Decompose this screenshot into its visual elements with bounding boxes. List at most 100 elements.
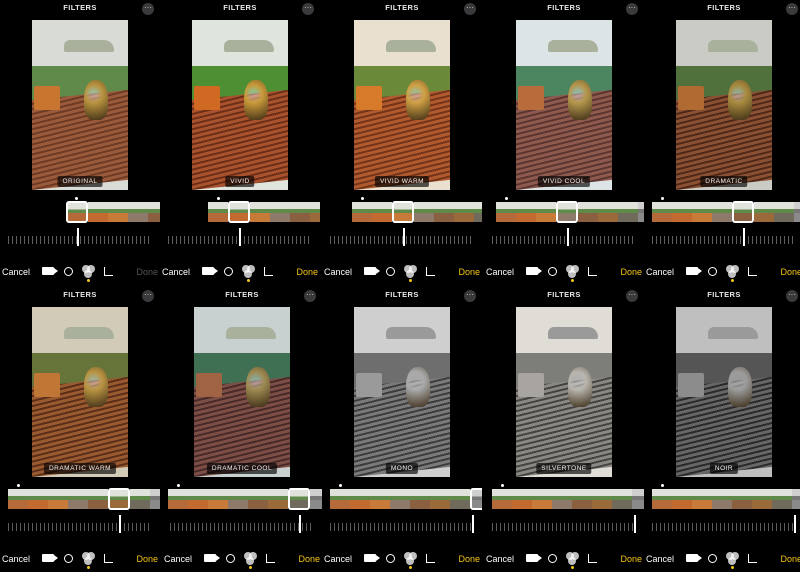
- filter-thumbnail[interactable]: [68, 489, 88, 509]
- filter-thumbnail[interactable]: [290, 202, 310, 222]
- intensity-slider[interactable]: [492, 236, 636, 244]
- crop-icon[interactable]: [586, 265, 599, 278]
- filter-thumbnail[interactable]: [672, 489, 692, 509]
- done-button[interactable]: Done: [136, 554, 158, 564]
- cancel-button[interactable]: Cancel: [646, 554, 674, 564]
- intensity-slider[interactable]: [8, 523, 152, 531]
- filter-thumbnail[interactable]: [228, 489, 248, 509]
- crop-icon[interactable]: [262, 265, 275, 278]
- crop-icon[interactable]: [586, 552, 599, 565]
- filter-thumbnail[interactable]: [430, 489, 450, 509]
- filter-thumbnail[interactable]: [270, 202, 290, 222]
- filter-thumbnail[interactable]: [774, 202, 794, 222]
- done-button[interactable]: Done: [620, 267, 642, 277]
- filter-thumbnail-strip[interactable]: [8, 488, 160, 510]
- filter-thumbnail-strip[interactable]: [652, 201, 800, 223]
- filter-thumbnail[interactable]: [794, 202, 800, 222]
- filter-thumbnail-strip[interactable]: [208, 201, 320, 223]
- filter-thumbnail[interactable]: [66, 201, 88, 223]
- adjust-icon[interactable]: [222, 265, 235, 278]
- adjust-icon[interactable]: [62, 265, 75, 278]
- intensity-slider[interactable]: [652, 236, 796, 244]
- filter-thumbnail[interactable]: [552, 489, 572, 509]
- adjust-icon[interactable]: [384, 265, 397, 278]
- video-icon[interactable]: [526, 552, 542, 565]
- filter-thumbnail[interactable]: [28, 489, 48, 509]
- adjust-icon[interactable]: [546, 552, 559, 565]
- filter-thumbnail[interactable]: [148, 202, 160, 222]
- filter-thumbnail[interactable]: [712, 489, 732, 509]
- filter-thumbnail[interactable]: [532, 489, 552, 509]
- filter-thumbnail[interactable]: [8, 489, 28, 509]
- intensity-slider-handle[interactable]: [119, 515, 121, 533]
- filters-icon[interactable]: [566, 552, 579, 565]
- filter-thumbnail-strip[interactable]: [492, 488, 644, 510]
- intensity-slider-handle[interactable]: [743, 228, 745, 246]
- filters-icon[interactable]: [242, 265, 255, 278]
- filter-thumbnail[interactable]: [168, 489, 188, 509]
- filter-thumbnail-strip[interactable]: [330, 488, 482, 510]
- adjust-icon[interactable]: [546, 265, 559, 278]
- filters-icon[interactable]: [566, 265, 579, 278]
- filter-thumbnail-strip[interactable]: [652, 488, 800, 510]
- adjust-icon[interactable]: [62, 552, 75, 565]
- filter-thumbnail[interactable]: [310, 202, 320, 222]
- filter-thumbnail[interactable]: [108, 488, 130, 510]
- filter-thumbnail[interactable]: [48, 489, 68, 509]
- filter-thumbnail[interactable]: [592, 489, 612, 509]
- cancel-button[interactable]: Cancel: [324, 267, 352, 277]
- filter-thumbnail[interactable]: [150, 489, 160, 509]
- crop-icon[interactable]: [746, 265, 759, 278]
- crop-icon[interactable]: [424, 552, 437, 565]
- filter-thumbnail[interactable]: [618, 202, 638, 222]
- filter-thumbnail[interactable]: [310, 489, 322, 509]
- video-icon[interactable]: [42, 552, 58, 565]
- more-options-icon[interactable]: ···: [142, 3, 154, 15]
- filter-thumbnail[interactable]: [492, 489, 512, 509]
- filter-thumbnail[interactable]: [188, 489, 208, 509]
- filter-thumbnail[interactable]: [792, 489, 800, 509]
- cancel-button[interactable]: Cancel: [162, 267, 190, 277]
- filter-thumbnail[interactable]: [410, 489, 430, 509]
- filter-thumbnail[interactable]: [450, 489, 470, 509]
- intensity-slider[interactable]: [492, 523, 636, 531]
- intensity-slider-handle[interactable]: [77, 228, 79, 246]
- more-options-icon[interactable]: ···: [626, 3, 638, 15]
- filter-thumbnail[interactable]: [712, 202, 732, 222]
- filter-thumbnail[interactable]: [516, 202, 536, 222]
- crop-icon[interactable]: [264, 552, 277, 565]
- filters-icon[interactable]: [244, 552, 257, 565]
- filter-thumbnail[interactable]: [672, 202, 692, 222]
- filter-thumbnail[interactable]: [470, 488, 482, 510]
- adjust-icon[interactable]: [706, 552, 719, 565]
- done-button[interactable]: Done: [458, 554, 480, 564]
- filter-thumbnail[interactable]: [454, 202, 474, 222]
- filter-thumbnail[interactable]: [414, 202, 434, 222]
- intensity-slider-handle[interactable]: [403, 228, 405, 246]
- cancel-button[interactable]: Cancel: [486, 554, 514, 564]
- more-options-icon[interactable]: ···: [626, 290, 638, 302]
- filter-thumbnail[interactable]: [130, 489, 150, 509]
- filter-thumbnail[interactable]: [228, 201, 250, 223]
- adjust-icon[interactable]: [706, 265, 719, 278]
- filter-thumbnail-strip[interactable]: [352, 201, 482, 223]
- filter-thumbnail[interactable]: [652, 202, 672, 222]
- video-icon[interactable]: [364, 265, 380, 278]
- filter-thumbnail[interactable]: [632, 489, 644, 509]
- cancel-button[interactable]: Cancel: [2, 554, 30, 564]
- more-options-icon[interactable]: ···: [464, 3, 476, 15]
- filter-thumbnail[interactable]: [208, 202, 228, 222]
- intensity-slider[interactable]: [8, 236, 152, 244]
- filter-thumbnail[interactable]: [128, 202, 148, 222]
- intensity-slider[interactable]: [170, 523, 314, 531]
- filters-icon[interactable]: [404, 552, 417, 565]
- filter-thumbnail[interactable]: [752, 489, 772, 509]
- filters-icon[interactable]: [726, 552, 739, 565]
- filter-thumbnail-strip[interactable]: [66, 201, 160, 223]
- intensity-slider[interactable]: [652, 523, 796, 531]
- filter-thumbnail[interactable]: [496, 202, 516, 222]
- done-button[interactable]: Done: [780, 554, 800, 564]
- done-button[interactable]: Done: [296, 267, 318, 277]
- filter-thumbnail[interactable]: [88, 489, 108, 509]
- filter-thumbnail[interactable]: [692, 202, 712, 222]
